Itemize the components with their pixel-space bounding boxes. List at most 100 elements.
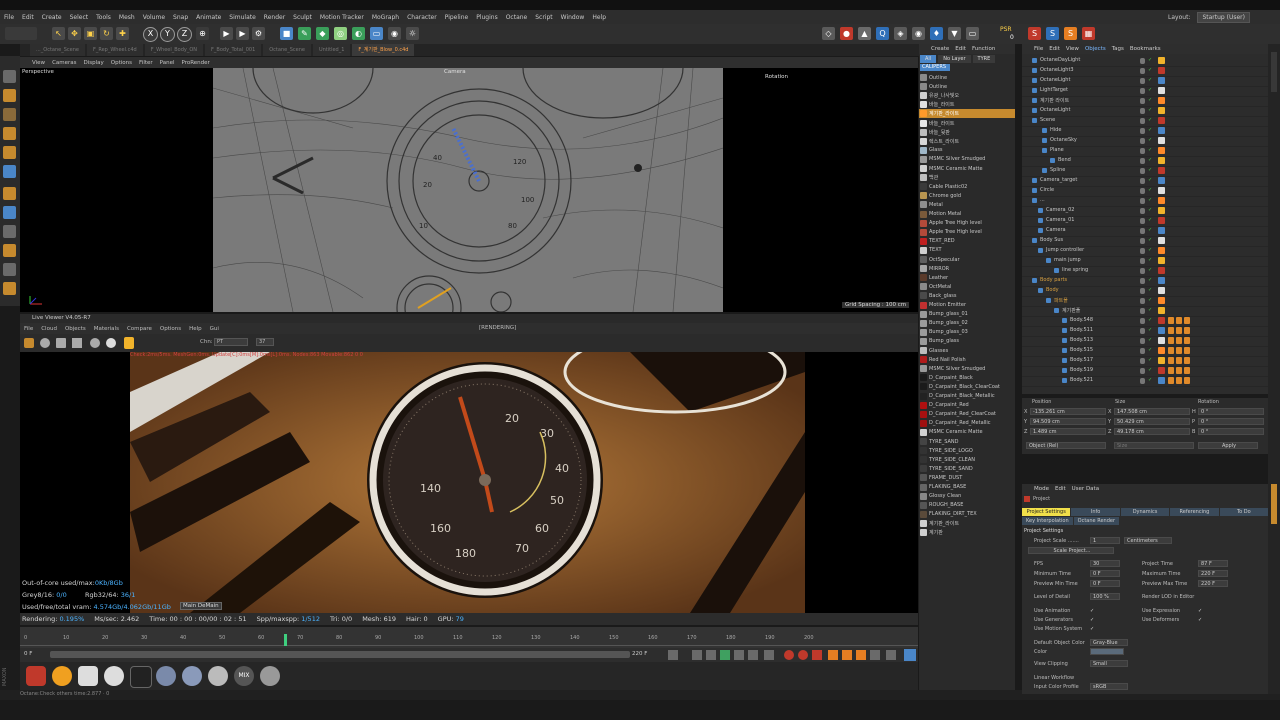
object-menu-tags[interactable]: Tags [1112, 46, 1124, 52]
rotate-tool-icon[interactable]: ↻ [100, 27, 113, 40]
menu-item-file[interactable]: File [0, 14, 18, 21]
material-item[interactable]: Red Nail Polish [919, 355, 1015, 364]
field-value[interactable]: 0 F [1090, 570, 1120, 577]
octane-settings-icon[interactable]: ▲ [858, 27, 871, 40]
material-item[interactable]: MSMC Silver Smudged [919, 364, 1015, 373]
live-viewer-menu-compare[interactable]: Compare [123, 326, 156, 332]
live-viewer-menu-cloud[interactable]: Cloud [37, 326, 61, 332]
settings-gear-icon[interactable] [90, 338, 100, 348]
qr-icon[interactable]: Q [876, 27, 889, 40]
object-menu-file[interactable]: File [1034, 46, 1043, 52]
viewport-menu-view[interactable]: View [32, 60, 45, 66]
menu-item-window[interactable]: Window [557, 14, 589, 21]
field-value[interactable]: 220 F [1198, 580, 1228, 587]
menu-item-animate[interactable]: Animate [192, 14, 225, 21]
doc-tab[interactable]: F_Body_Total_001 [205, 44, 262, 56]
x-axis-button[interactable]: X [143, 27, 158, 42]
floor-icon[interactable]: ▭ [370, 27, 383, 40]
menu-item-help[interactable]: Help [588, 14, 610, 21]
recent-tools-icon[interactable]: ✚ [116, 27, 129, 40]
object-menu-objects[interactable]: Objects [1085, 46, 1106, 52]
menu-item-plugins[interactable]: Plugins [472, 14, 502, 21]
menu-item-script[interactable]: Script [531, 14, 556, 21]
material-item[interactable]: MSMC Ceramic Matte [919, 164, 1015, 173]
mix-material-icon[interactable]: MIX [234, 666, 254, 686]
timeline-menu-icon[interactable] [904, 649, 916, 661]
diffuse-material-icon[interactable] [156, 666, 176, 686]
material-item[interactable]: Motion Emitter [919, 301, 1015, 310]
pla-key-icon[interactable] [886, 650, 896, 660]
layout-selector[interactable]: Layout: Startup (User) [1164, 10, 1250, 24]
script-s-icon[interactable]: S [1028, 27, 1041, 40]
render-picture-viewer-icon[interactable]: ▶ [236, 27, 249, 40]
locked-workplane-icon[interactable] [3, 263, 16, 276]
material-item[interactable]: 바늘_라이트 [919, 119, 1015, 128]
viewport-menu-options[interactable]: Options [111, 60, 132, 66]
camera-icon[interactable]: ◉ [388, 27, 401, 40]
viewport-menu-prorender[interactable]: ProRender [182, 60, 210, 66]
material-menu-edit[interactable]: Edit [955, 46, 966, 52]
octane-texture-icon[interactable] [130, 666, 152, 688]
model-mode-icon[interactable] [3, 89, 16, 102]
pause-icon[interactable] [56, 338, 66, 348]
workplane-icon[interactable] [3, 244, 16, 257]
view-clipping-dropdown[interactable]: Small [1090, 660, 1128, 667]
doc-tab[interactable]: Untitled_1 [312, 44, 351, 56]
attribute-menu-mode[interactable]: Mode [1034, 486, 1049, 492]
material-item[interactable]: MSMC Ceramic Matte [919, 428, 1015, 437]
material-item[interactable]: Bump_glass_02 [919, 319, 1015, 328]
viewport-menu-cameras[interactable]: Cameras [52, 60, 76, 66]
material-item[interactable]: OctSpecular [919, 255, 1015, 264]
light-icon[interactable]: ☼ [406, 27, 419, 40]
material-item[interactable]: 계기판_라이트 [919, 519, 1015, 528]
material-item[interactable]: Back_glass [919, 291, 1015, 300]
checkbox-check-icon[interactable]: ✓ [1198, 617, 1202, 623]
material-item[interactable]: FLAKING_BASE [919, 483, 1015, 492]
material-item[interactable]: Apple Tree High level [919, 228, 1015, 237]
size-field[interactable]: 147.508 cm [1114, 408, 1190, 415]
octane-camera-icon[interactable]: ▼ [948, 27, 961, 40]
next-key-icon[interactable] [748, 650, 758, 660]
material-item[interactable]: Glasses [919, 346, 1015, 355]
attribute-menu-edit[interactable]: Edit [1055, 486, 1066, 492]
prev-key-icon[interactable] [692, 650, 702, 660]
rotation-field[interactable]: 0 ° [1198, 418, 1264, 425]
menu-item-create[interactable]: Create [38, 14, 66, 21]
default-color-dropdown[interactable]: Gray-Blue [1090, 639, 1128, 646]
field-value[interactable]: 220 F [1198, 570, 1228, 577]
material-item[interactable]: MIRROR [919, 264, 1015, 273]
size-field[interactable]: 50.429 cm [1114, 418, 1190, 425]
menu-item-tools[interactable]: Tools [92, 14, 115, 21]
live-viewer-menu-file[interactable]: File [20, 326, 37, 332]
checkbox-check-icon[interactable]: ✓ [1090, 626, 1094, 632]
next-frame-icon[interactable] [734, 650, 744, 660]
material-item[interactable]: Outline [919, 82, 1015, 91]
material-item[interactable]: D_Carpaint_Black [919, 373, 1015, 382]
material-item[interactable]: Cable Plastic02 [919, 182, 1015, 191]
attribute-tab-referencing[interactable]: Referencing [1170, 508, 1219, 516]
checkbox-check-icon[interactable]: ✓ [1090, 608, 1094, 614]
menu-item-select[interactable]: Select [66, 14, 93, 21]
attribute-tab-info[interactable]: Info [1071, 508, 1120, 516]
material-item[interactable]: OctMetal [919, 282, 1015, 291]
menu-item-render[interactable]: Render [260, 14, 289, 21]
color-swatch[interactable] [1090, 648, 1124, 655]
material-item[interactable]: 계기판 [919, 528, 1015, 537]
lod-field[interactable]: 100 % [1090, 593, 1120, 600]
material-item[interactable]: TYRE_SAND [919, 437, 1015, 446]
material-item[interactable]: 바늘_라이트 [919, 100, 1015, 109]
viewport-menu-filter[interactable]: Filter [139, 60, 153, 66]
octane-live-viewer-icon[interactable]: ● [840, 27, 853, 40]
record-icon[interactable] [784, 650, 794, 660]
doc-tab[interactable]: F_계기판_Blow_0.c4d [352, 44, 415, 56]
plugin-s2-icon[interactable]: S [1064, 27, 1077, 40]
edges-mode-icon[interactable] [3, 146, 16, 159]
material-item[interactable]: Apple Tree High level [919, 219, 1015, 228]
rotation-key-icon[interactable] [856, 650, 866, 660]
live-viewer-menu-gui[interactable]: Gui [206, 326, 223, 332]
channel-dropdown[interactable]: PT [214, 338, 248, 346]
octane-tag-icon[interactable]: ▭ [966, 27, 979, 40]
live-viewer-menu-help[interactable]: Help [185, 326, 206, 332]
project-scale-field[interactable]: 1 [1090, 537, 1120, 544]
specular-material-icon[interactable] [208, 666, 228, 686]
